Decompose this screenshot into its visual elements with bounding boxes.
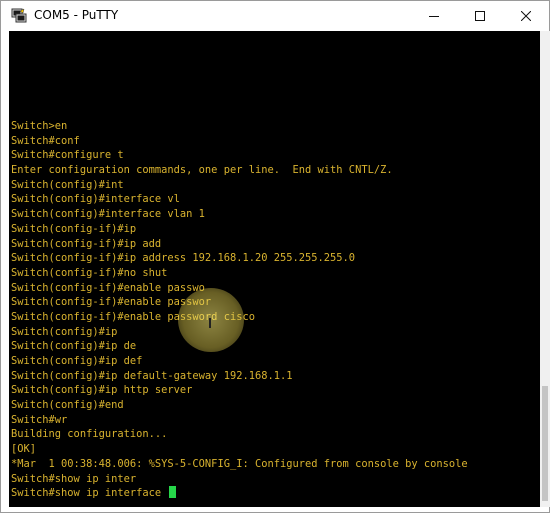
terminal-output: Switch>en Switch#conf Switch#configure t… bbox=[11, 119, 468, 501]
terminal-line: Switch(config-if)#enable password cisco bbox=[11, 310, 255, 323]
terminal-line: Switch(config-if)#no shut bbox=[11, 266, 168, 279]
terminal-line: Switch(config)#ip de bbox=[11, 340, 137, 353]
terminal-line: Switch#conf bbox=[11, 134, 80, 147]
terminal-line: Switch#configure t bbox=[11, 149, 124, 162]
maximize-icon bbox=[475, 10, 485, 21]
putty-window: COM5 - PuTTY Switch>en Switch#conf Switc… bbox=[0, 0, 550, 513]
terminal-line: Switch(config)#ip def bbox=[11, 355, 143, 367]
terminal-line: Switch(config)#interface vlan 1 bbox=[11, 208, 205, 221]
terminal-line: Switch(config)#end bbox=[11, 399, 124, 412]
terminal-line: Building configuration... bbox=[11, 428, 168, 441]
terminal-prompt-line[interactable]: Switch#show ip interface bbox=[11, 486, 468, 501]
vertical-scrollbar[interactable] bbox=[540, 31, 550, 507]
close-button[interactable] bbox=[503, 1, 549, 30]
title-bar[interactable]: COM5 - PuTTY bbox=[1, 1, 549, 30]
terminal-line: Switch#wr bbox=[11, 413, 68, 426]
scrollbar-thumb[interactable] bbox=[542, 386, 548, 501]
terminal-line: [OK] bbox=[11, 443, 37, 456]
i-beam-cursor-icon bbox=[209, 318, 211, 328]
terminal-line: Switch(config-if)#enable passwo bbox=[11, 281, 205, 294]
terminal-line: Switch>en bbox=[11, 120, 68, 132]
terminal-line: Switch(config)#ip default-gateway 192.16… bbox=[11, 369, 293, 382]
minimize-icon bbox=[429, 15, 439, 17]
terminal-line: Switch(config-if)#ip bbox=[11, 222, 137, 235]
terminal-line: Switch(config-if)#enable passwor bbox=[11, 296, 212, 309]
close-icon bbox=[521, 10, 531, 21]
text-cursor bbox=[169, 486, 177, 499]
terminal-line: Switch(config)#int bbox=[11, 178, 124, 191]
terminal-line: Switch(config)#ip http server bbox=[11, 384, 193, 397]
minimize-button[interactable] bbox=[411, 1, 457, 30]
putty-icon bbox=[11, 8, 27, 23]
terminal-line: *Mar 1 00:38:48.006: %SYS-5-CONFIG_I: Co… bbox=[11, 457, 468, 470]
terminal-prompt-text: Switch#show ip interface bbox=[11, 487, 168, 500]
maximize-button[interactable] bbox=[457, 1, 503, 30]
window-title: COM5 - PuTTY bbox=[34, 8, 119, 22]
terminal-line: Enter configuration commands, one per li… bbox=[11, 164, 393, 177]
terminal-line: Switch(config)#interface vl bbox=[11, 193, 180, 206]
terminal-screen[interactable]: Switch>en Switch#conf Switch#configure t… bbox=[9, 31, 540, 507]
terminal-line: Switch(config-if)#ip address 192.168.1.2… bbox=[11, 252, 356, 265]
terminal-line: Switch#show ip inter bbox=[11, 472, 137, 485]
terminal-line: Switch(config)#ip bbox=[11, 325, 118, 338]
terminal-line: Switch(config-if)#ip add bbox=[11, 237, 162, 250]
